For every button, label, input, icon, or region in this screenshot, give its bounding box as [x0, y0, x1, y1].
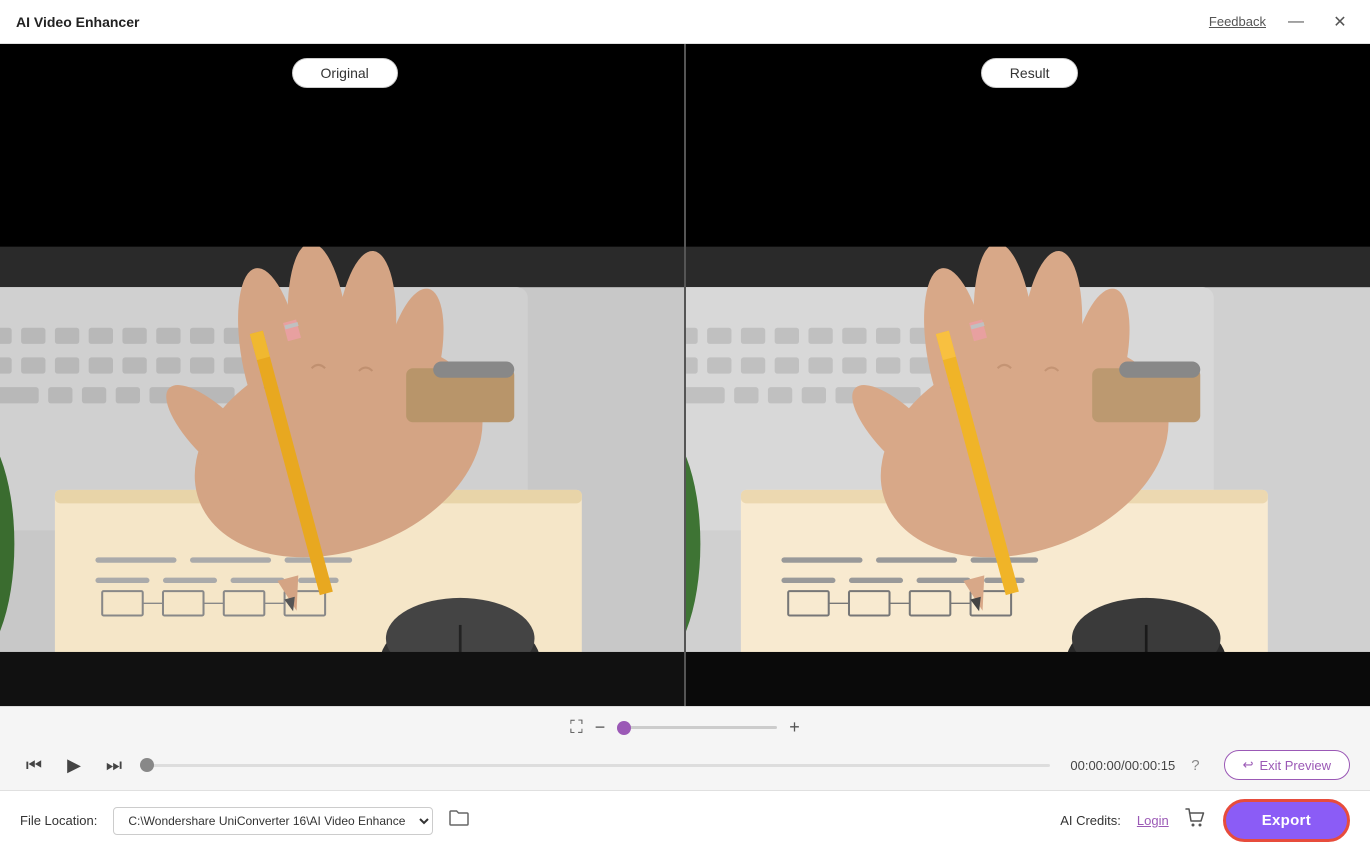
fit-screen-icon[interactable]: ⛶ — [570, 717, 583, 738]
minimize-button[interactable]: — — [1282, 8, 1310, 36]
playback-row: ⏮ ▶ ⏭ 00:00:00/00:00:15 ? ↩ Exit Preview — [0, 744, 1370, 790]
total-time: 00:00:15 — [1125, 758, 1176, 773]
current-time: 00:00:00 — [1070, 758, 1121, 773]
result-label: Result — [981, 58, 1079, 88]
exit-preview-button[interactable]: ↩ Exit Preview — [1224, 750, 1350, 780]
step-back-button[interactable]: ⏮ — [20, 751, 48, 779]
video-panels — [0, 44, 1370, 706]
controls-bar: ⛶ − + ⏮ ▶ ⏭ 00:00:00/00:00:15 ? ↩ Exit P… — [0, 706, 1370, 790]
app-title: AI Video Enhancer — [16, 14, 139, 30]
exit-preview-label: Exit Preview — [1259, 758, 1331, 773]
zoom-row: ⛶ − + — [0, 707, 1370, 744]
ai-credits-label: AI Credits: — [1060, 813, 1121, 828]
play-button[interactable]: ▶ — [60, 751, 88, 779]
time-display: 00:00:00/00:00:15 — [1070, 758, 1175, 773]
labels-row: Original Result — [0, 44, 1370, 100]
original-label: Original — [292, 58, 398, 88]
folder-icon-button[interactable] — [449, 809, 469, 832]
zoom-out-icon[interactable]: − — [595, 717, 606, 738]
cart-icon[interactable] — [1185, 808, 1207, 833]
result-panel — [686, 44, 1370, 706]
seek-bar[interactable] — [140, 764, 1050, 767]
file-location-label: File Location: — [20, 813, 97, 828]
bottom-bar: File Location: C:\Wondershare UniConvert… — [0, 790, 1370, 850]
original-canvas — [0, 44, 684, 706]
exit-preview-arrow-icon: ↩ — [1243, 757, 1254, 773]
export-button[interactable]: Export — [1223, 799, 1350, 842]
original-panel — [0, 44, 686, 706]
title-bar: AI Video Enhancer Feedback — ✕ — [0, 0, 1370, 44]
seek-bar-container — [140, 764, 1050, 767]
title-bar-right: Feedback — ✕ — [1209, 8, 1354, 36]
zoom-slider[interactable] — [617, 726, 777, 729]
feedback-link[interactable]: Feedback — [1209, 14, 1266, 29]
preview-area: Original Result — [0, 44, 1370, 706]
file-path-select[interactable]: C:\Wondershare UniConverter 16\AI Video … — [113, 807, 433, 835]
help-icon[interactable]: ? — [1191, 757, 1199, 774]
login-button[interactable]: Login — [1137, 813, 1169, 828]
zoom-in-icon[interactable]: + — [789, 717, 800, 738]
close-button[interactable]: ✕ — [1326, 8, 1354, 36]
result-canvas — [686, 44, 1370, 706]
title-bar-left: AI Video Enhancer — [16, 14, 139, 30]
step-forward-button[interactable]: ⏭ — [100, 751, 128, 779]
